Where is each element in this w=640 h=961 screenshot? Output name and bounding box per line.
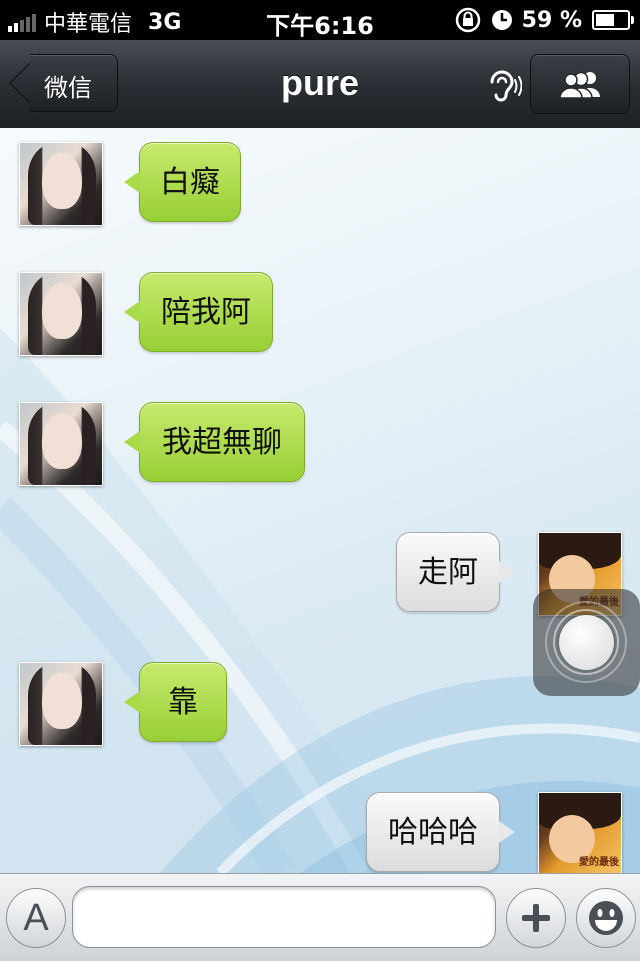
message-bubble-sent[interactable]: 走阿 [396, 532, 515, 612]
rotation-lock-icon [455, 7, 480, 33]
add-button[interactable] [506, 888, 566, 948]
back-button[interactable]: 微信 [9, 53, 118, 113]
clock-icon [491, 10, 512, 30]
message-input[interactable] [72, 886, 496, 948]
message-text: 陪我阿 [161, 295, 251, 330]
battery-icon [592, 10, 634, 30]
assistive-touch-button[interactable] [533, 589, 640, 696]
message-bubble-received[interactable]: 白癡 [124, 142, 241, 222]
message-text: 我超無聊 [162, 425, 282, 460]
assistive-core [559, 615, 614, 670]
contact-avatar[interactable] [19, 142, 103, 226]
message-bubble-received[interactable]: 陪我阿 [124, 272, 273, 352]
chat-area[interactable]: 白癡 陪我阿 我超無聊 走阿 愛的最後 靠 哈哈哈 愛的最後 [0, 128, 640, 873]
carrier-label: 中華電信 [44, 12, 133, 37]
plus-icon [522, 904, 550, 932]
emoji-icon [589, 901, 623, 935]
back-button-label: 微信 [44, 74, 92, 102]
contact-avatar[interactable] [19, 272, 103, 356]
nav-bar: 微信 pure [0, 40, 640, 129]
status-right: 59 % [454, 6, 634, 34]
message-text: 靠 [168, 685, 198, 720]
keyboard-toggle-button[interactable]: A [6, 888, 66, 948]
avatar-caption: 愛的最後 [579, 857, 619, 868]
message-text: 走阿 [418, 555, 478, 590]
status-bar: 中華電信 3G 下午6:16 59 % [0, 0, 640, 40]
group-icon [559, 71, 600, 99]
message-bubble-sent[interactable]: 哈哈哈 [366, 792, 515, 872]
network-label: 3G [148, 9, 182, 35]
ear-icon[interactable] [486, 66, 522, 106]
group-button[interactable] [530, 54, 630, 114]
message-bubble-received[interactable]: 我超無聊 [124, 402, 305, 482]
status-left: 中華電信 3G [8, 6, 181, 38]
my-avatar[interactable]: 愛的最後 [538, 792, 622, 873]
battery-percent: 59 % [521, 7, 582, 33]
keyboard-toggle-icon: A [23, 896, 49, 939]
message-bubble-received[interactable]: 靠 [124, 662, 227, 742]
message-text: 白癡 [160, 165, 220, 200]
emoji-button[interactable] [576, 888, 636, 948]
contact-avatar[interactable] [19, 662, 103, 746]
chat-background [0, 328, 640, 873]
contact-avatar[interactable] [19, 402, 103, 486]
signal-icon [8, 12, 36, 32]
input-bar: A [0, 873, 640, 961]
message-text: 哈哈哈 [388, 815, 478, 850]
